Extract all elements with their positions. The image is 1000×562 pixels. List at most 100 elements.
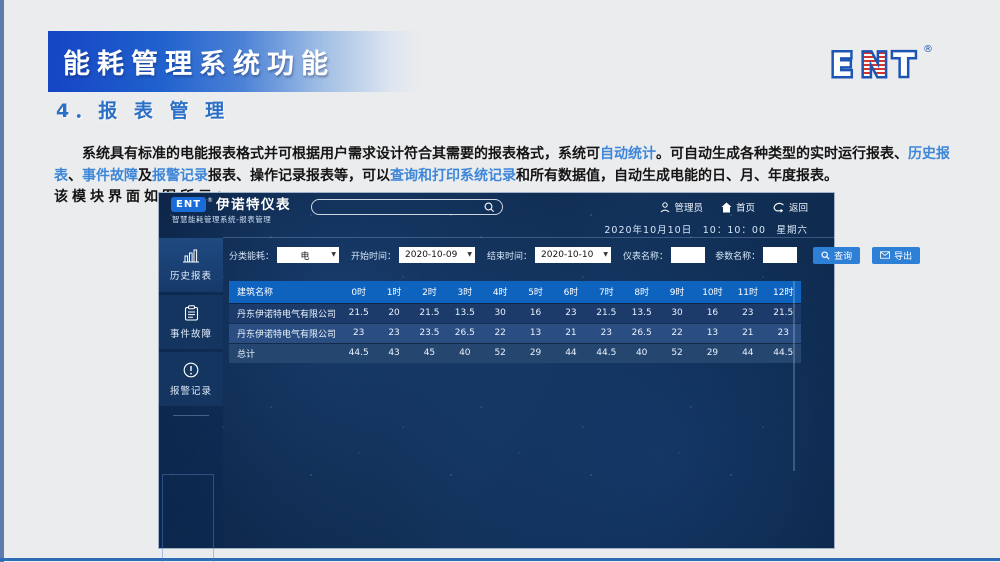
- scrollbar[interactable]: [793, 281, 795, 471]
- envelope-icon: [880, 251, 890, 259]
- sidebar-label: 历史报表: [170, 268, 212, 282]
- value-cell: 13.5: [624, 303, 659, 323]
- slide-bottom-rule: [0, 558, 1000, 561]
- value-cell: 13.5: [447, 303, 482, 323]
- category-select[interactable]: 电 ▼: [277, 247, 339, 263]
- value-cell: 21.5: [412, 303, 447, 323]
- return-arrow-icon: [773, 202, 785, 213]
- query-button[interactable]: 查询: [813, 247, 860, 264]
- slide-left-edge-strip: [0, 0, 4, 562]
- start-time-label: 开始时间：: [351, 249, 396, 262]
- highlight-alarm-record: 报警记录: [152, 168, 208, 184]
- meter-name-input[interactable]: [671, 247, 705, 263]
- value-cell: 23: [589, 323, 624, 343]
- value-cell: 29: [695, 343, 730, 363]
- hour-column-header: 10时: [695, 281, 730, 303]
- value-cell: 52: [659, 343, 694, 363]
- filter-bar: 分类能耗： 电 ▼ 开始时间： 2020-10-09 ▼ 结束时间： 2020-…: [229, 243, 805, 267]
- value-cell: 21: [730, 323, 765, 343]
- end-time-label: 结束时间：: [487, 249, 532, 262]
- start-time-filter: 开始时间： 2020-10-09 ▼: [351, 247, 475, 263]
- value-cell: 26.5: [624, 323, 659, 343]
- highlight-event-fault: 事件故障: [82, 168, 138, 184]
- sidebar-divider: [173, 415, 209, 416]
- sidebar-item-history-report[interactable]: 历史报表: [159, 238, 223, 292]
- nav-home[interactable]: 首页: [721, 200, 755, 214]
- value-cell: 23: [341, 323, 376, 343]
- hour-column-header: 11时: [730, 281, 765, 303]
- value-cell: 23: [553, 303, 588, 323]
- end-time-value: 2020-10-10: [541, 250, 593, 260]
- sidebar: 历史报表 事件故障 报警记录: [159, 238, 223, 548]
- sidebar-item-alarm-record[interactable]: 报警记录: [159, 352, 223, 406]
- value-cell: 30: [659, 303, 694, 323]
- paragraph-text: 及: [138, 168, 152, 184]
- building-name-cell: 丹东伊诺特电气有限公司: [229, 303, 341, 323]
- value-cell: 29: [518, 343, 553, 363]
- top-navigation: 管理员 首页 返回: [660, 200, 808, 214]
- caret-down-icon: ▼: [467, 251, 472, 258]
- value-cell: 23: [766, 323, 802, 343]
- home-icon: [721, 202, 732, 213]
- query-button-label: 查询: [834, 249, 852, 262]
- meter-name-filter: 仪表名称：: [623, 247, 705, 263]
- value-cell: 23: [376, 323, 411, 343]
- hour-column-header: 7时: [589, 281, 624, 303]
- presentation-slide: 能耗管理系统功能 E N T ® 4．报 表 管 理 系统具有标准的电能报表格式…: [0, 0, 1000, 562]
- registered-mark-icon: ®: [207, 197, 213, 204]
- start-time-select[interactable]: 2020-10-09 ▼: [399, 247, 475, 263]
- highlight-query-print: 查询和打印系统记录: [390, 168, 516, 184]
- report-table: 建筑名称0时1时2时3时4时5时6时7时8时9时10时11时12时丹东伊诺特电气…: [229, 281, 801, 363]
- value-cell: 23.5: [412, 323, 447, 343]
- caret-down-icon: ▼: [331, 251, 336, 258]
- meter-name-label: 仪表名称：: [623, 249, 668, 262]
- search-icon: [484, 202, 495, 213]
- building-column-header: 建筑名称: [229, 281, 341, 303]
- param-name-label: 参数名称：: [715, 249, 760, 262]
- value-cell: 40: [447, 343, 482, 363]
- value-cell: 44.5: [589, 343, 624, 363]
- logo-letter-e: E: [831, 46, 853, 84]
- value-cell: 40: [624, 343, 659, 363]
- datetime-text: 2020年10月10日 10：10：00 星期六: [604, 222, 808, 236]
- paragraph-text: 、: [68, 168, 82, 184]
- sidebar-panel: [162, 474, 214, 562]
- value-cell: 44.5: [766, 343, 802, 363]
- banner-title: 能耗管理系统功能: [63, 42, 335, 81]
- value-cell: 21.5: [766, 303, 802, 323]
- value-cell: 13: [695, 323, 730, 343]
- nav-admin[interactable]: 管理员: [660, 200, 703, 214]
- nav-back-label: 返回: [789, 200, 808, 214]
- param-name-filter: 参数名称：: [715, 247, 797, 263]
- value-cell: 43: [376, 343, 411, 363]
- building-name-cell: 丹东伊诺特电气有限公司: [229, 323, 341, 343]
- value-cell: 45: [412, 343, 447, 363]
- end-time-select[interactable]: 2020-10-10 ▼: [535, 247, 611, 263]
- value-cell: 21.5: [589, 303, 624, 323]
- logo-letter-t: T: [893, 46, 915, 84]
- sidebar-item-event-fault[interactable]: 事件故障: [159, 295, 223, 349]
- alert-circle-icon: [183, 362, 199, 378]
- start-time-value: 2020-10-09: [405, 250, 457, 260]
- hour-column-header: 5时: [518, 281, 553, 303]
- user-icon: [660, 202, 670, 213]
- table-row: 丹东伊诺特电气有限公司21.52021.513.530162321.513.53…: [229, 303, 801, 323]
- hour-column-header: 2时: [412, 281, 447, 303]
- datetime-bar: 2020年10月10日 10：10：00 星期六: [223, 220, 834, 238]
- nav-admin-label: 管理员: [674, 200, 703, 214]
- total-row: 总计44.543454052294444.54052294444.5: [229, 343, 801, 363]
- value-cell: 21: [553, 323, 588, 343]
- value-cell: 52: [483, 343, 518, 363]
- paragraph-text: 报表、操作记录报表等，可以: [208, 168, 390, 184]
- search-input[interactable]: [311, 199, 503, 215]
- category-value: 电: [301, 249, 310, 262]
- hour-column-header: 0时: [341, 281, 376, 303]
- hour-column-header: 12时: [766, 281, 802, 303]
- app-brand: ENT ® 伊诺特仪表: [171, 197, 291, 213]
- nav-back[interactable]: 返回: [773, 200, 808, 214]
- clipboard-icon: [184, 305, 199, 321]
- table-row: 丹东伊诺特电气有限公司232323.526.52213212326.522132…: [229, 323, 801, 343]
- sidebar-label: 报警记录: [170, 383, 212, 397]
- export-button[interactable]: 导出: [872, 247, 920, 264]
- param-name-input[interactable]: [763, 247, 797, 263]
